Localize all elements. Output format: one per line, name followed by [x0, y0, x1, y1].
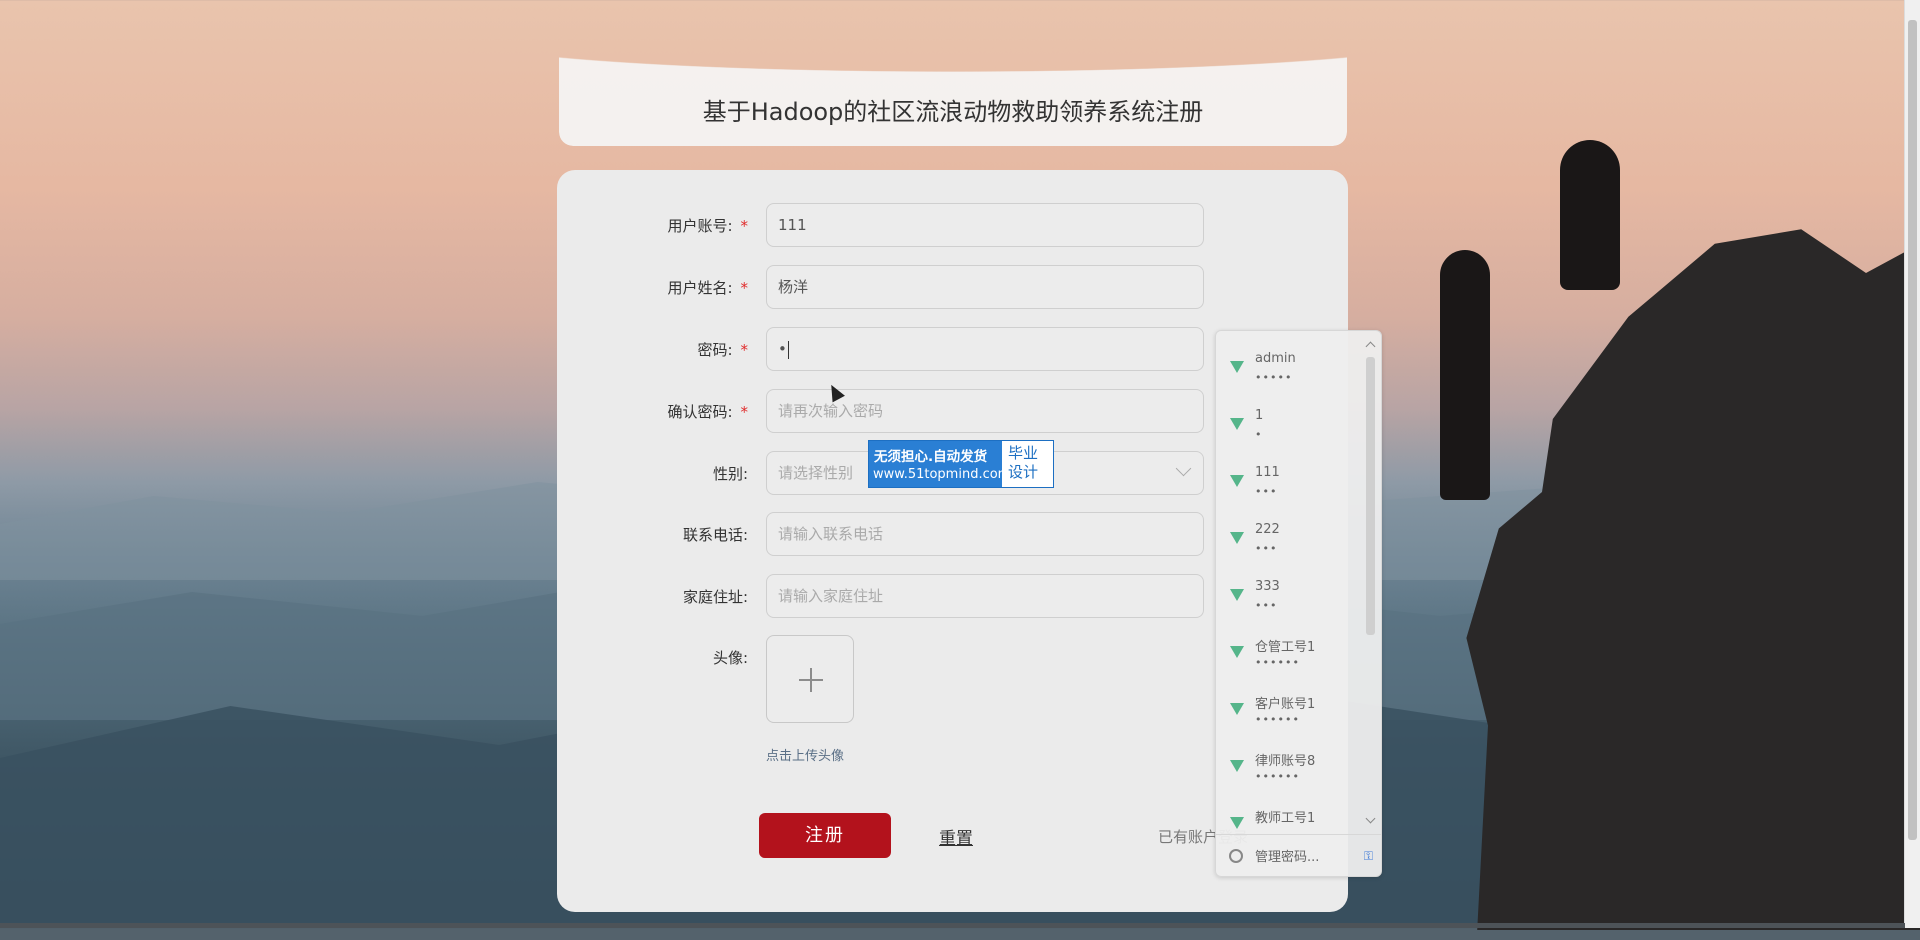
account-input[interactable]: 111 — [766, 203, 1204, 247]
field-label: 用户姓名: * — [667, 279, 748, 297]
key-icon — [1230, 646, 1244, 658]
field-label: 家庭住址: — [682, 588, 748, 606]
saved-password-item[interactable]: 111 ••• — [1216, 453, 1366, 509]
ad-banner[interactable]: 无须担心.自动发货 www.51topmind.com 毕业 设计 — [868, 440, 1054, 488]
saved-username: 仓管工号1 — [1255, 640, 1316, 655]
saved-password-item[interactable]: 律师账号8 •••••• — [1216, 738, 1366, 794]
field-row-name: 用户姓名: * 杨洋 — [557, 265, 1348, 311]
field-label: 密码: * — [697, 341, 748, 359]
settings-icon — [1229, 849, 1243, 863]
page-scroll-thumb[interactable] — [1908, 20, 1917, 840]
ad-right-line2: 设计 — [1008, 463, 1039, 481]
key-icon — [1230, 361, 1244, 373]
popup-scroll-thumb[interactable] — [1366, 357, 1375, 635]
saved-password-mask: ••••• — [1255, 371, 1293, 384]
key-icon — [1230, 817, 1244, 829]
address-input[interactable]: 请输入家庭住址 — [766, 574, 1204, 618]
field-label: 确认密码: * — [667, 403, 748, 421]
page-title: 基于Hadoop的社区流浪动物救助领养系统注册 — [702, 98, 1204, 126]
password-autofill-popup: admin ••••• 1 • 111 ••• 222 ••• 333 ••• … — [1215, 330, 1382, 877]
field-label: 用户账号: * — [667, 217, 748, 235]
key-icon — [1230, 589, 1244, 601]
field-row-account: 用户账号: * 111 — [557, 203, 1348, 249]
climber-silhouette-bottom — [1440, 250, 1490, 500]
ad-right-line1: 毕业 — [1008, 444, 1039, 462]
upload-tip[interactable]: 点击上传头像 — [766, 745, 844, 764]
saved-username: 律师账号8 — [1255, 754, 1316, 769]
plus-icon — [810, 668, 812, 692]
ad-line2: www.51topmind.com — [873, 467, 1011, 482]
saved-username: 教师工号1 — [1255, 811, 1316, 826]
name-input[interactable]: 杨洋 — [766, 265, 1204, 309]
saved-username: 1 — [1255, 408, 1264, 423]
saved-password-item[interactable]: 客户账号1 •••••• — [1216, 681, 1366, 737]
saved-username: 111 — [1255, 465, 1280, 480]
saved-username: 222 — [1255, 522, 1280, 537]
ad-left-panel: 无须担心.自动发货 www.51topmind.com — [869, 441, 1010, 487]
saved-password-item[interactable]: admin ••••• — [1216, 339, 1366, 395]
text-caret — [787, 340, 789, 359]
field-label: 联系电话: — [682, 526, 748, 544]
key-icon — [1230, 760, 1244, 772]
climber-silhouette-top — [1560, 140, 1620, 290]
bottom-edge — [0, 923, 1905, 928]
chevron-up-icon[interactable] — [1365, 341, 1376, 352]
page-scrollbar[interactable] — [1904, 0, 1920, 928]
saved-password-item[interactable]: 333 ••• — [1216, 567, 1366, 623]
chevron-down-icon[interactable] — [1365, 813, 1376, 824]
key-icon: ⚿ — [1363, 849, 1373, 863]
phone-input[interactable]: 请输入联系电话 — [766, 512, 1204, 556]
saved-password-item[interactable]: 仓管工号1 •••••• — [1216, 624, 1366, 680]
chevron-down-icon — [1175, 460, 1192, 477]
field-label: 头像: — [712, 649, 748, 667]
manage-passwords-row[interactable]: 管理密码... ⚿ — [1216, 834, 1381, 875]
saved-password-mask: ••• — [1255, 542, 1278, 555]
saved-password-mask: ••• — [1255, 599, 1278, 612]
saved-password-mask: •••••• — [1255, 770, 1300, 783]
key-icon — [1230, 475, 1244, 487]
key-icon — [1230, 532, 1244, 544]
saved-password-mask: •••••• — [1255, 656, 1300, 669]
avatar-upload-button[interactable] — [766, 635, 854, 723]
saved-username: admin — [1255, 351, 1296, 366]
register-button[interactable]: 注册 — [759, 813, 891, 858]
key-icon — [1230, 418, 1244, 430]
saved-password-mask: ••• — [1255, 485, 1278, 498]
ad-right-panel: 毕业 设计 — [1008, 444, 1038, 482]
manage-passwords-label: 管理密码... — [1255, 850, 1320, 865]
field-label: 性别: — [712, 465, 748, 483]
ad-line1: 无须担心.自动发货 — [874, 449, 988, 465]
saved-password-item[interactable]: 教师工号1 — [1216, 795, 1366, 833]
reset-button[interactable]: 重置 — [939, 824, 973, 849]
saved-username: 客户账号1 — [1255, 697, 1316, 712]
popup-scrollbar[interactable] — [1365, 339, 1376, 829]
saved-password-item[interactable]: 222 ••• — [1216, 510, 1366, 566]
saved-username: 333 — [1255, 579, 1280, 594]
saved-password-item[interactable]: 1 • — [1216, 396, 1366, 452]
saved-password-mask: •••••• — [1255, 713, 1300, 726]
password-input[interactable]: • — [766, 327, 1204, 371]
key-icon — [1230, 703, 1244, 715]
saved-password-mask: • — [1255, 428, 1263, 441]
